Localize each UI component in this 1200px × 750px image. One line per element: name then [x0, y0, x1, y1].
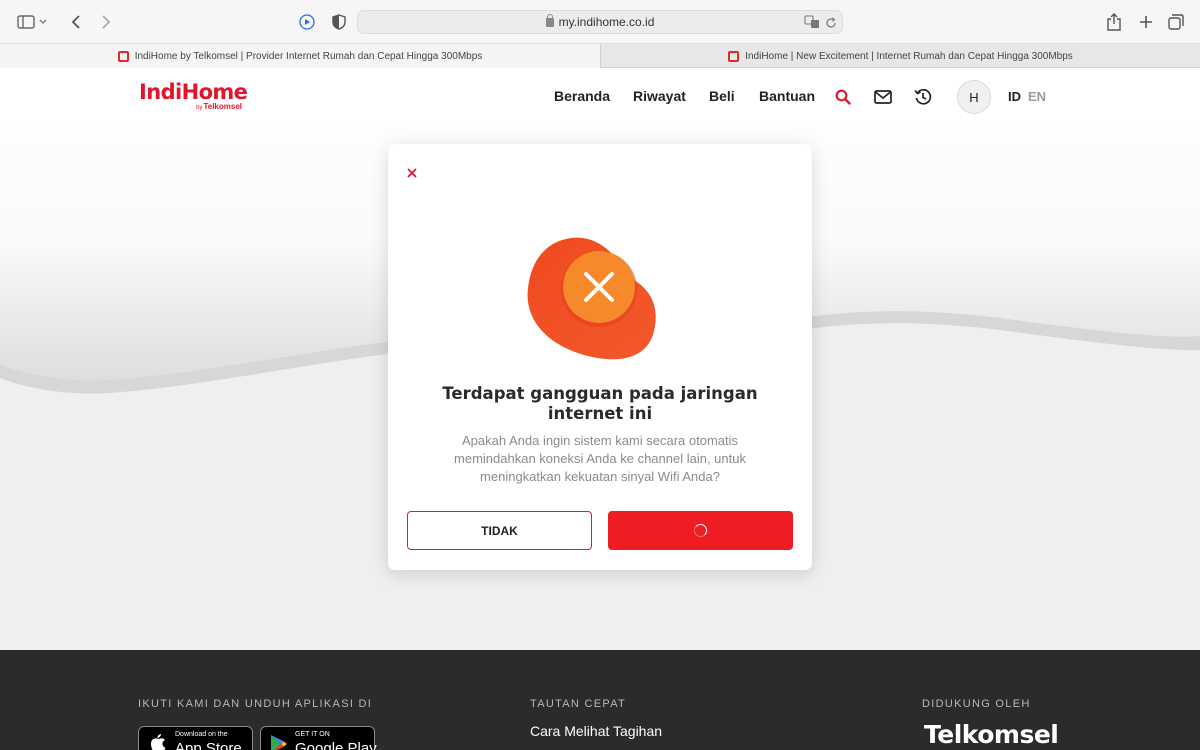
logo-sub-brand: Telkomsel [203, 102, 242, 111]
reload-icon[interactable] [825, 16, 837, 34]
tab-strip: IndiHome by Telkomsel | Provider Interne… [0, 44, 1200, 68]
nav-beranda[interactable]: Beranda [554, 88, 610, 104]
app-store-big: App Store [175, 740, 242, 750]
nav-bantuan[interactable]: Bantuan [759, 88, 815, 104]
media-play-icon[interactable] [295, 10, 319, 34]
google-play-icon [271, 735, 287, 750]
google-play-small: GET IT ON [295, 731, 330, 738]
cancel-button[interactable]: TIDAK [407, 511, 592, 550]
error-illustration-icon [527, 237, 656, 360]
tab-title: IndiHome | New Excitement | Internet Rum… [745, 50, 1073, 62]
modal-title: Terdapat gangguan pada jaringan internet… [442, 384, 758, 423]
network-error-modal: Terdapat gangguan pada jaringan internet… [388, 144, 812, 570]
app-store-small: Download on the [175, 731, 228, 738]
indihome-favicon-icon [117, 50, 129, 62]
address-bar[interactable]: my.indihome.co.id [357, 10, 843, 34]
avatar[interactable]: H [957, 80, 991, 114]
google-play-badge[interactable]: GET IT ON Google Play [260, 726, 377, 750]
lock-icon [545, 14, 554, 27]
page: IndiHome byTelkomsel Beranda Riwayat Bel… [0, 68, 1200, 650]
nav-beli[interactable]: Beli [709, 88, 735, 104]
loading-spinner-icon [694, 524, 707, 537]
lang-en[interactable]: EN [1028, 89, 1046, 104]
site-navbar: IndiHome byTelkomsel Beranda Riwayat Bel… [0, 68, 1200, 126]
forward-icon[interactable] [94, 10, 118, 34]
chevron-down-icon[interactable] [36, 10, 50, 34]
privacy-shield-icon[interactable] [327, 10, 351, 34]
confirm-button[interactable] [608, 511, 793, 550]
url-text: my.indihome.co.id [358, 14, 842, 29]
lang-id[interactable]: ID [1008, 89, 1021, 104]
footer-link-tagihan[interactable]: Cara Melihat Tagihan [530, 723, 662, 739]
modal-description: Apakah Anda ingin sistem kami secara oto… [454, 433, 746, 484]
telkomsel-logo[interactable]: Telkomsel [924, 720, 1059, 749]
indihome-logo[interactable]: IndiHome byTelkomsel [139, 80, 248, 114]
footer-quick-links-heading: TAUTAN CEPAT [530, 698, 627, 710]
logo-subtext: byTelkomsel [196, 102, 242, 111]
mail-icon[interactable] [872, 86, 894, 108]
translate-icon[interactable] [804, 15, 820, 34]
footer-follow-heading: IKUTI KAMI DAN UNDUH APLIKASI DI [138, 698, 373, 710]
history-icon[interactable] [912, 86, 934, 108]
search-icon[interactable] [832, 86, 854, 108]
share-icon[interactable] [1102, 10, 1126, 34]
logo-sub-prefix: by [196, 105, 203, 111]
new-tab-icon[interactable] [1134, 10, 1158, 34]
url: my.indihome.co.id [558, 15, 655, 29]
browser-toolbar: my.indihome.co.id [0, 0, 1200, 44]
tab-active[interactable]: IndiHome by Telkomsel | Provider Interne… [0, 44, 600, 68]
nav-riwayat[interactable]: Riwayat [633, 88, 686, 104]
sidebar-toggle-icon[interactable] [14, 10, 38, 34]
tab-overview-icon[interactable] [1164, 10, 1188, 34]
logo-text: IndiHome [139, 80, 248, 104]
indihome-favicon-icon [728, 50, 740, 62]
footer-supported-heading: DIDUKUNG OLEH [922, 698, 1031, 710]
footer: IKUTI KAMI DAN UNDUH APLIKASI DI Downloa… [0, 650, 1200, 750]
app-store-badge[interactable]: Download on the App Store [138, 726, 253, 750]
back-icon[interactable] [64, 10, 88, 34]
close-icon[interactable] [405, 166, 419, 180]
tab-inactive[interactable]: IndiHome | New Excitement | Internet Rum… [600, 44, 1200, 68]
google-play-big: Google Play [295, 740, 377, 750]
apple-icon [151, 734, 166, 750]
tab-title: IndiHome by Telkomsel | Provider Interne… [134, 50, 483, 62]
